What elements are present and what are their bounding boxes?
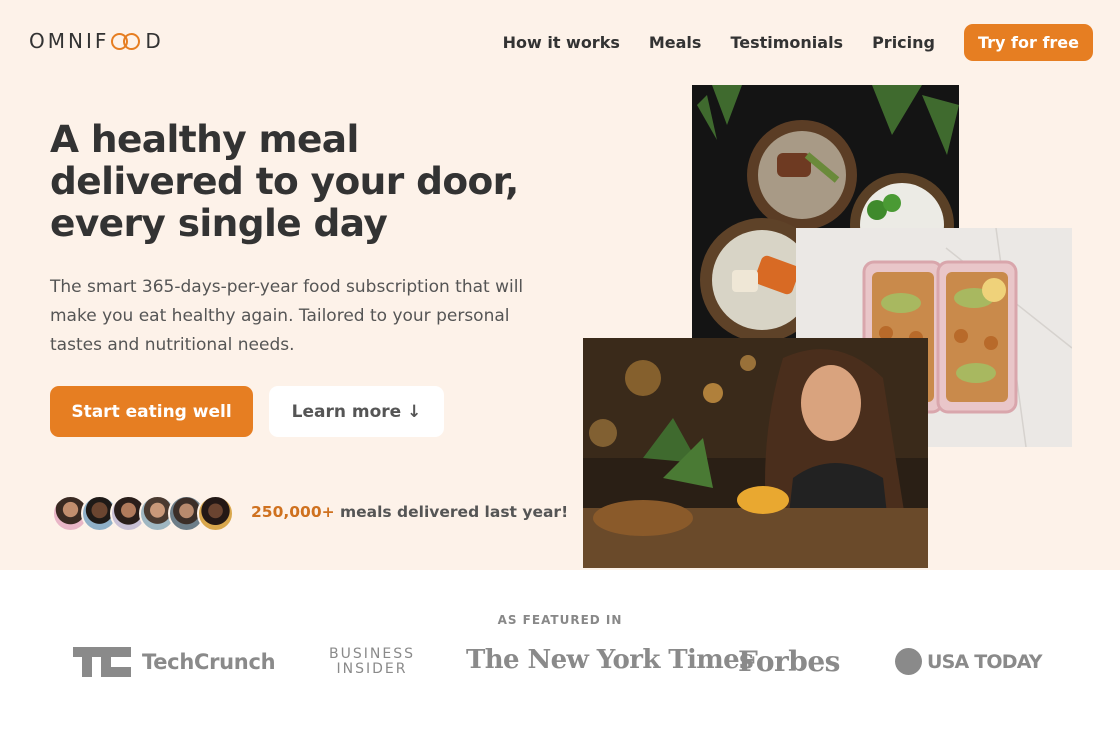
hero-section: OMNIF D How it works Meals Testimonials … [0, 0, 1120, 570]
nav-link-how-it-works[interactable]: How it works [503, 33, 620, 52]
usa-today-dot-icon [895, 648, 922, 675]
try-for-free-button[interactable]: Try for free [964, 24, 1093, 61]
hero-image-woman-eating [583, 338, 928, 568]
usa-today-logo: USA TODAY [895, 648, 1043, 675]
meals-delivered-count: 250,000+ [251, 503, 335, 521]
techcrunch-mark-icon [73, 647, 131, 677]
meals-delivered-text: meals delivered last year! [340, 503, 569, 521]
nav-link-pricing[interactable]: Pricing [872, 33, 935, 52]
business-insider-line2: INSIDER [336, 661, 408, 677]
avatar [197, 495, 234, 532]
usa-today-logo-text: USA TODAY [927, 650, 1043, 673]
meals-delivered-stat: 250,000+ meals delivered last year! [251, 503, 568, 521]
customer-avatars [52, 495, 234, 532]
logo-rings-icon [111, 32, 141, 50]
logo-text-right: D [145, 29, 164, 53]
start-eating-well-button[interactable]: Start eating well [50, 386, 253, 437]
hero-title: A healthy meal delivered to your door, e… [50, 117, 519, 245]
learn-more-button[interactable]: Learn more ↓ [269, 386, 444, 437]
business-insider-line1: BUSINESS [329, 646, 415, 662]
techcrunch-logo: TechCrunch [73, 646, 276, 678]
featured-in-heading: AS FEATURED IN [497, 613, 623, 627]
main-nav: How it works Meals Testimonials Pricing … [503, 24, 1093, 61]
hero-description: The smart 365-days-per-year food subscri… [50, 277, 524, 355]
nav-link-testimonials[interactable]: Testimonials [730, 33, 843, 52]
techcrunch-logo-text: TechCrunch [142, 650, 276, 674]
nav-link-meals[interactable]: Meals [649, 33, 702, 52]
business-insider-logo: BUSINESS INSIDER [326, 647, 418, 677]
omnifood-logo[interactable]: OMNIF D [29, 28, 164, 54]
logo-text-left: OMNIF [29, 29, 110, 53]
forbes-logo: Forbes [738, 645, 840, 678]
nyt-logo: The New York Times [466, 645, 754, 675]
